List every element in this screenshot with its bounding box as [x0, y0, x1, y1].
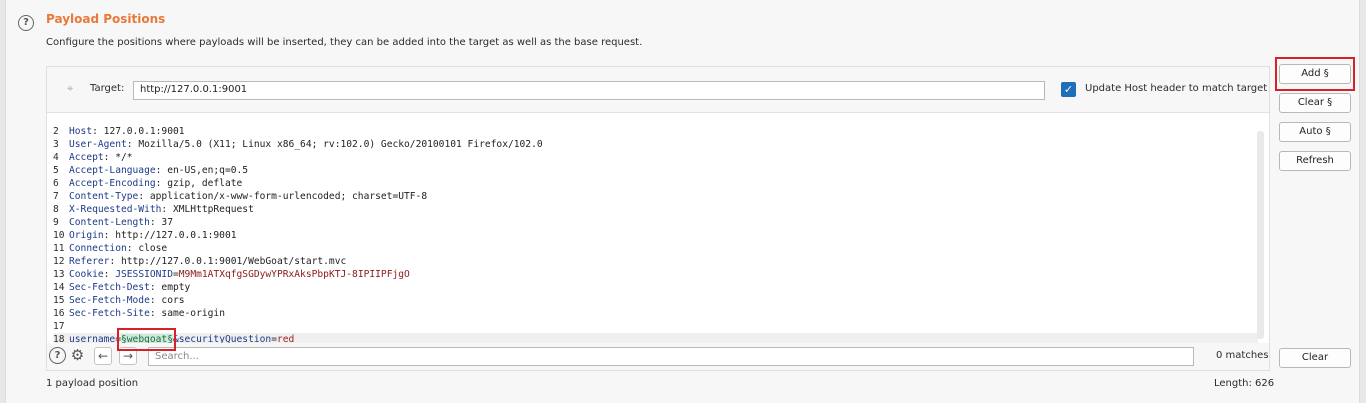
header-value: close — [132, 243, 168, 254]
header-value: application/x-www-form-urlencoded; chars… — [144, 191, 428, 202]
header-name: Sec-Fetch-Mode — [69, 295, 150, 306]
line-number: 4 — [53, 152, 59, 163]
request-line: 15 Sec-Fetch-Mode: cors — [53, 295, 185, 306]
request-line: 2 Host: 127.0.0.1:9001 — [53, 126, 185, 137]
line-number: 14 — [53, 282, 65, 293]
request-line: 12 Referer: http://127.0.0.1:9001/WebGoat… — [53, 256, 347, 267]
clear-marker-button[interactable]: Clear § — [1279, 93, 1351, 113]
header-name: Content-Type — [69, 191, 139, 202]
request-line: 7 Content-Type: application/x-www-form-ur… — [53, 191, 428, 202]
header-value: 127.0.0.1:9001 — [97, 126, 185, 137]
cookie-name: JSESSIONID — [115, 269, 173, 280]
header-value: en-US,en;q=0.5 — [161, 165, 249, 176]
header-name: Accept — [69, 152, 104, 163]
line-number: 10 — [53, 230, 65, 241]
request-line: 6 Accept-Encoding: gzip, deflate — [53, 178, 243, 189]
request-line: 11 Connection: close — [53, 243, 168, 254]
line-number: 15 — [53, 295, 65, 306]
header-value: empty — [155, 282, 191, 293]
section-description: Configure the positions where payloads w… — [46, 37, 643, 48]
request-line: 5 Accept-Language: en-US,en;q=0.5 — [53, 165, 249, 176]
help-circle-icon[interactable]: ? — [18, 15, 34, 31]
line-number: 2 — [53, 126, 59, 137]
header-value: same-origin — [155, 308, 225, 319]
auto-marker-button[interactable]: Auto § — [1279, 122, 1351, 142]
payload-highlight — [117, 328, 176, 351]
cookie-value: M9Mm1ATXqfgSGDywYPRxAksPbpKTJ-8IPIIPFjgO — [178, 269, 410, 280]
request-line: 17 — [53, 320, 1258, 333]
header-value: */* — [109, 152, 133, 163]
request-editor[interactable]: 2 Host: 127.0.0.1:9001 3 User-Agent: Mozill… — [47, 119, 1269, 346]
target-row: ⌖ Target: http://127.0.0.1:9001 ✓ Update… — [47, 67, 1269, 113]
line-number: 7 — [53, 191, 59, 202]
intruder-positions-window: ? Payload Positions Configure the positi… — [0, 0, 1366, 403]
update-host-checkbox[interactable]: ✓ — [1061, 82, 1076, 97]
line-number: 13 — [53, 269, 65, 280]
search-bar: ? ⚙ ← → 0 matches — [47, 343, 1269, 370]
line-number: 12 — [53, 256, 65, 267]
request-text[interactable]: 2 Host: 127.0.0.1:9001 3 User-Agent: Mozill… — [53, 119, 1258, 346]
header-value: Mozilla/5.0 (X11; Linux x86_64; rv:102.0… — [132, 139, 543, 150]
clear-button[interactable]: Clear — [1279, 348, 1351, 368]
request-line: 16 Sec-Fetch-Site: same-origin — [53, 308, 225, 319]
header-value: 37 — [155, 217, 173, 228]
header-value: http://127.0.0.1:9001 — [109, 230, 237, 241]
match-count: 0 matches — [1216, 350, 1269, 361]
header-value: gzip, deflate — [161, 178, 243, 189]
add-button-highlight — [1275, 57, 1355, 91]
payload-position-count: 1 payload position — [46, 378, 139, 389]
left-border — [0, 0, 6, 403]
gear-icon[interactable]: ⚙ — [69, 347, 86, 364]
request-line: 9 Content-Length: 37 — [53, 217, 173, 228]
line-number: 5 — [53, 165, 59, 176]
request-length: Length: 626 — [1214, 378, 1275, 389]
section-title: Payload Positions — [46, 12, 166, 26]
header-name: Sec-Fetch-Dest — [69, 282, 150, 293]
target-input[interactable]: http://127.0.0.1:9001 — [133, 81, 1045, 100]
header-name: Accept-Encoding — [69, 178, 156, 189]
line-number: 11 — [53, 243, 65, 254]
header-name: User-Agent — [69, 139, 127, 150]
arrow-left-icon[interactable]: ← — [94, 347, 112, 365]
header-name: X-Requested-With — [69, 204, 162, 215]
header-name: Cookie — [69, 269, 104, 280]
line-number: 9 — [53, 217, 59, 228]
request-line: 3 User-Agent: Mozilla/5.0 (X11; Linux x86… — [53, 139, 543, 150]
request-line: 13 Cookie: JSESSIONID=M9Mm1ATXqfgSGDywYPR… — [53, 269, 410, 280]
line-number: 6 — [53, 178, 59, 189]
header-name: Connection — [69, 243, 127, 254]
header-value: http://127.0.0.1:9001/WebGoat/start.mvc — [115, 256, 347, 267]
header-name: Accept-Language — [69, 165, 156, 176]
request-line: 10 Origin: http://127.0.0.1:9001 — [53, 230, 237, 241]
request-line: 8 X-Requested-With: XMLHttpRequest — [53, 204, 254, 215]
right-border — [1359, 0, 1366, 403]
line-number: 17 — [53, 321, 65, 332]
request-panel: ⌖ Target: http://127.0.0.1:9001 ✓ Update… — [46, 66, 1270, 371]
editor-scrollbar[interactable] — [1257, 131, 1264, 339]
target-label: Target: — [90, 83, 125, 94]
refresh-button[interactable]: Refresh — [1279, 151, 1351, 171]
line-number: 16 — [53, 308, 65, 319]
header-name: Host — [69, 126, 93, 137]
line-number: 3 — [53, 139, 59, 150]
request-line: 4 Accept: */* — [53, 152, 133, 163]
header-name: Referer — [69, 256, 110, 267]
update-host-label: Update Host header to match target — [1085, 83, 1268, 94]
request-line: 14 Sec-Fetch-Dest: empty — [53, 282, 191, 293]
header-name: Origin — [69, 230, 104, 241]
help-circle-icon[interactable]: ? — [49, 347, 66, 364]
header-value: XMLHttpRequest — [167, 204, 254, 215]
crosshair-icon: ⌖ — [67, 82, 74, 95]
header-value: cors — [155, 295, 185, 306]
header-name: Sec-Fetch-Site — [69, 308, 150, 319]
line-number: 8 — [53, 204, 59, 215]
search-input[interactable] — [148, 347, 1194, 366]
header-name: Content-Length — [69, 217, 150, 228]
